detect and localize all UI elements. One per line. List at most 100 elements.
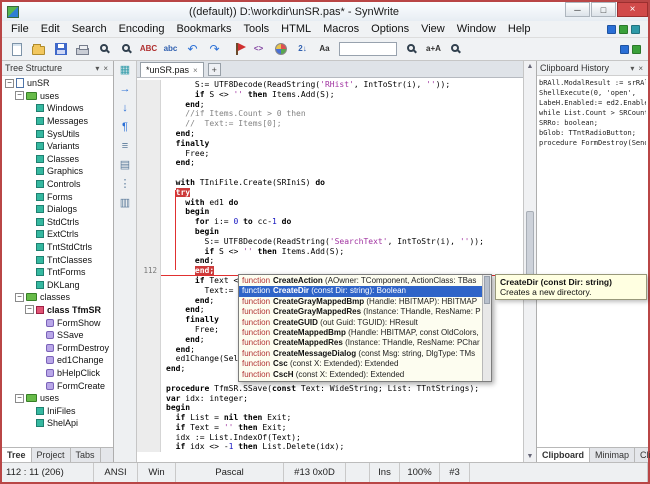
status-cell[interactable]: Pascal [176, 463, 284, 482]
code-line[interactable]: end; [137, 158, 523, 168]
maximize-button[interactable]: □ [591, 2, 616, 17]
tree-item[interactable]: SSave [2, 329, 113, 342]
code-area[interactable]: S:= UTF8Decode(ReadString('RHist', IntTo… [137, 78, 523, 462]
tree-expander-icon[interactable]: − [25, 305, 34, 314]
print-button[interactable] [72, 40, 93, 59]
autocomplete-item[interactable]: functionCreateGUID (out Guid: TGUID): HR… [239, 318, 482, 328]
status-cell[interactable] [470, 463, 648, 482]
side-guides-icon[interactable]: ▤ [117, 158, 134, 172]
code-line[interactable]: for i:= 0 to cc-1 do [137, 217, 523, 227]
tree-expander-icon[interactable]: − [15, 293, 24, 302]
tree-item[interactable]: Classes [2, 153, 113, 166]
code-line[interactable]: end; [137, 100, 523, 110]
code-line[interactable]: finally [137, 139, 523, 149]
editor-tab[interactable]: *unSR.pas × [140, 62, 204, 77]
menu-help[interactable]: Help [502, 22, 537, 36]
tree-item[interactable]: −uses [2, 392, 113, 405]
color-picker-button[interactable] [270, 40, 291, 59]
tree-expander-icon[interactable]: − [15, 394, 24, 403]
clipboard-entry[interactable]: LabeH.Enabled:= ed2.Enabled; [539, 98, 646, 108]
tree-item[interactable]: TntStdCtrls [2, 241, 113, 254]
autocomplete-item[interactable]: functionCreateGrayMappedRes (Instance: T… [239, 307, 482, 317]
code-line[interactable]: Free; [137, 149, 523, 159]
menu-options[interactable]: Options [365, 22, 415, 36]
tab-close-icon[interactable]: × [193, 66, 198, 75]
scroll-up-icon[interactable]: ▲ [524, 61, 536, 72]
clipboard-entry[interactable]: bRAll.ModalResult := srRAll; [539, 78, 646, 88]
tree-item[interactable]: FormCreate [2, 379, 113, 392]
autocomplete-item[interactable]: functionCreateDir (const Dir: string): B… [239, 286, 482, 296]
menu-encoding[interactable]: Encoding [113, 22, 171, 36]
code-line[interactable]: if S <> '' then Items.Add(S); [137, 247, 523, 257]
panel-blue-icon[interactable] [620, 45, 629, 54]
html-tag-button[interactable]: <> [248, 40, 269, 59]
open-file-button[interactable] [28, 40, 49, 59]
tree-item[interactable]: Controls [2, 178, 113, 191]
panel-green-icon[interactable] [632, 45, 641, 54]
clipboard-entry[interactable]: SRRo: boolean; [539, 118, 646, 128]
status-cell[interactable]: #3 [440, 463, 470, 482]
bookmark-button[interactable] [226, 40, 247, 59]
code-line[interactable]: if List = nil then Exit; [137, 413, 523, 423]
menu-html[interactable]: HTML [275, 22, 317, 36]
status-cell[interactable]: Ins [370, 463, 400, 482]
char-case-button[interactable]: Aa [314, 40, 335, 59]
status-cell[interactable]: #13 0x0D [284, 463, 346, 482]
clipboard-menu-icon[interactable]: ▾ [628, 64, 636, 73]
layout-blue-icon[interactable] [607, 25, 616, 34]
code-line[interactable]: begin [137, 403, 523, 413]
tree-item[interactable]: −class TfmSR [2, 304, 113, 317]
menu-tools[interactable]: Tools [237, 22, 275, 36]
search-input[interactable] [339, 42, 397, 56]
code-line[interactable]: idx := List.IndexOf(Text); [137, 433, 523, 443]
layout-green-icon[interactable] [619, 25, 628, 34]
code-line[interactable]: S:= UTF8Decode(ReadString('RHist', IntTo… [137, 80, 523, 90]
code-line[interactable]: // Text:= Items[0]; [137, 119, 523, 129]
autocomplete-item[interactable]: functionCreateGrayMappedBmp (Handle: HBI… [239, 297, 482, 307]
lowercase-button[interactable]: abc [160, 40, 181, 59]
tree-item[interactable]: bHelpClick [2, 367, 113, 380]
tree-item[interactable]: −unSR [2, 77, 113, 90]
layout-teal-icon[interactable] [631, 25, 640, 34]
menu-window[interactable]: Window [451, 22, 502, 36]
side-blocks-icon[interactable]: ▥ [117, 196, 134, 210]
tree-item[interactable]: StdCtrls [2, 216, 113, 229]
clipboard-entry[interactable]: while List.Count > SRCount do [539, 108, 646, 118]
autocomplete-scrollbar[interactable] [482, 275, 491, 381]
tab-minimap[interactable]: Minimap [590, 448, 635, 462]
menu-search[interactable]: Search [66, 22, 113, 36]
code-line[interactable] [137, 168, 523, 178]
tree-item[interactable]: ExtCtrls [2, 228, 113, 241]
menu-bookmarks[interactable]: Bookmarks [170, 22, 237, 36]
tab-tabs[interactable]: Tabs [71, 448, 101, 462]
status-cell[interactable]: 112 : 11 (206) [2, 463, 94, 482]
side-arrow-right-icon[interactable]: → [117, 82, 134, 96]
tree-item[interactable]: Graphics [2, 165, 113, 178]
autocomplete-item[interactable]: functionCreateMappedBmp (Handle: HBITMAP… [239, 328, 482, 338]
tree-item[interactable]: ed1Change [2, 354, 113, 367]
code-line[interactable]: //if Items.Count > 0 then [137, 109, 523, 119]
zoom-button[interactable] [445, 40, 466, 59]
tree-expander-icon[interactable]: − [5, 79, 14, 88]
editor-scrollbar[interactable]: ▲ ▼ [523, 61, 536, 462]
tree-close-icon[interactable]: × [101, 64, 110, 73]
clipboard-entry[interactable]: ShellExecute(0, 'open', [539, 88, 646, 98]
spell-check-button[interactable]: ABC [138, 40, 159, 59]
tree-item[interactable]: Dialogs [2, 203, 113, 216]
new-tab-button[interactable]: + [208, 63, 221, 76]
tree-menu-icon[interactable]: ▾ [93, 64, 101, 73]
tree-item[interactable]: FormDestroy [2, 341, 113, 354]
tree-item[interactable]: Windows [2, 102, 113, 115]
side-more-icon[interactable]: ⋮ [117, 177, 134, 191]
code-line[interactable]: end; [137, 256, 523, 266]
tab-project[interactable]: Project [32, 448, 71, 462]
find-button[interactable] [94, 40, 115, 59]
code-line[interactable]: begin [137, 207, 523, 217]
tree-item[interactable]: FormShow [2, 316, 113, 329]
code-line[interactable]: with ed1 do [137, 198, 523, 208]
code-line[interactable]: if Text = '' then Exit; [137, 423, 523, 433]
clipboard-entry[interactable]: bGlob: TTntRadioButton; [539, 128, 646, 138]
tree-item[interactable]: TntClasses [2, 253, 113, 266]
menu-macros[interactable]: Macros [317, 22, 365, 36]
tree-item[interactable]: ShelApi [2, 417, 113, 430]
